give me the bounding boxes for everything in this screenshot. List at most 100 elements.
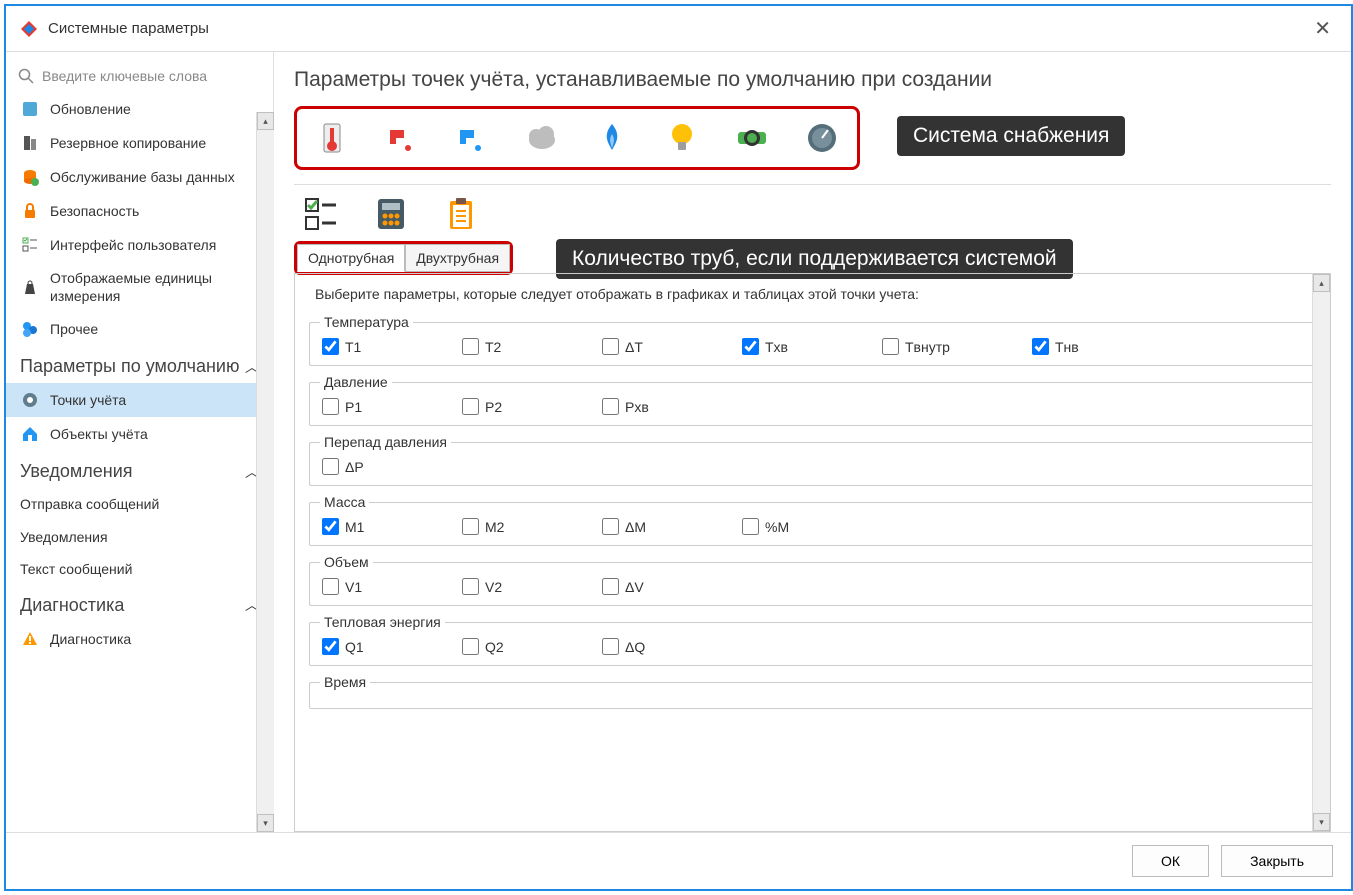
sidebar-item-objects[interactable]: Объекты учёта — [6, 417, 273, 451]
scroll-down-icon[interactable]: ▾ — [1313, 813, 1330, 831]
thermometer-icon[interactable] — [311, 117, 353, 159]
lightbulb-icon[interactable] — [661, 117, 703, 159]
group-title: Диагностика — [20, 595, 124, 616]
backup-icon — [20, 133, 40, 153]
params-instruction: Выберите параметры, которые следует отоб… — [309, 286, 1316, 302]
group-pressure: Давление P1 P2 Pхв — [309, 374, 1316, 426]
dialog-footer: ОК Закрыть — [6, 832, 1351, 889]
group-heat: Тепловая энергия Q1 Q2 ΔQ — [309, 614, 1316, 666]
checkbox-dq[interactable]: ΔQ — [602, 638, 662, 655]
callout-supply: Система снабжения — [897, 116, 1125, 156]
close-icon[interactable]: ✕ — [1308, 16, 1337, 41]
hot-tap-icon[interactable] — [381, 117, 423, 159]
sidebar-item-notifications[interactable]: Уведомления — [6, 521, 273, 553]
ok-button[interactable]: ОК — [1132, 845, 1209, 877]
meter-point-icon — [20, 390, 40, 410]
supply-system-selector — [294, 106, 860, 170]
divider — [294, 184, 1331, 185]
group-legend: Температура — [320, 314, 413, 330]
checkbox-p1[interactable]: P1 — [322, 398, 382, 415]
params-scrollbar[interactable]: ▴ ▾ — [1312, 274, 1330, 831]
checkbox-tnv[interactable]: Tнв — [1032, 338, 1092, 355]
cold-tap-icon[interactable] — [451, 117, 493, 159]
sidebar-item-backup[interactable]: Резервное копирование — [6, 126, 273, 160]
pipe-tabs-row: Однотрубная Двухтрубная Количество труб,… — [294, 241, 1331, 275]
group-legend: Масса — [320, 494, 369, 510]
search-icon — [18, 68, 34, 84]
checkbox-tvnutr[interactable]: Tвнутр — [882, 338, 952, 355]
checkbox-dm[interactable]: ΔM — [602, 518, 662, 535]
app-logo-icon — [20, 20, 38, 38]
gas-flame-icon[interactable] — [591, 117, 633, 159]
dialog-window: Системные параметры ✕ Введите ключевые с… — [4, 4, 1353, 891]
sidebar-item-label: Отображаемые единицы измерения — [50, 269, 259, 305]
group-notifications[interactable]: Уведомления ︿ — [6, 451, 273, 488]
scroll-up-icon[interactable]: ▴ — [257, 112, 274, 130]
sidebar-item-label: Отправка сообщений — [20, 495, 159, 513]
sidebar-item-units[interactable]: Отображаемые единицы измерения — [6, 262, 273, 312]
cloud-icon[interactable] — [521, 117, 563, 159]
sidebar-item-msgtext[interactable]: Текст сообщений — [6, 553, 273, 585]
checkbox-dp[interactable]: ΔP — [322, 458, 382, 475]
sidebar-item-dbmaint[interactable]: Обслуживание базы данных — [6, 160, 273, 194]
tab-single-pipe[interactable]: Однотрубная — [297, 244, 405, 272]
checkbox-pm[interactable]: %M — [742, 518, 802, 535]
mode-row — [294, 193, 1331, 235]
group-mass: Масса M1 M2 ΔM %M — [309, 494, 1316, 546]
sidebar-item-ui[interactable]: Интерфейс пользователя — [6, 228, 273, 262]
checkbox-v1[interactable]: V1 — [322, 578, 382, 595]
clipboard-icon[interactable] — [440, 193, 482, 235]
flowmeter-icon[interactable] — [731, 117, 773, 159]
sidebar-item-label: Прочее — [50, 320, 98, 338]
checklist-mode-icon[interactable] — [300, 193, 342, 235]
checkbox-t2[interactable]: T2 — [462, 338, 522, 355]
checkbox-m1[interactable]: M1 — [322, 518, 382, 535]
house-icon — [20, 424, 40, 444]
group-diagnostics[interactable]: Диагностика ︿ — [6, 585, 273, 622]
modules-icon — [20, 319, 40, 339]
checkbox-p2[interactable]: P2 — [462, 398, 522, 415]
checkbox-q1[interactable]: Q1 — [322, 638, 382, 655]
checkbox-m2[interactable]: M2 — [462, 518, 522, 535]
sidebar-item-label: Резервное копирование — [50, 134, 206, 152]
group-legend: Перепад давления — [320, 434, 451, 450]
checkbox-phv[interactable]: Pхв — [602, 398, 662, 415]
sidebar: Введите ключевые слова Обновление Резерв… — [6, 52, 274, 832]
scroll-down-icon[interactable]: ▾ — [257, 814, 274, 832]
sidebar-scrollbar[interactable]: ▴ ▾ — [256, 112, 274, 832]
sidebar-item-other[interactable]: Прочее — [6, 312, 273, 346]
titlebar: Системные параметры ✕ — [6, 6, 1351, 52]
group-time: Время — [309, 674, 1316, 709]
update-icon — [20, 99, 40, 119]
checkbox-dv[interactable]: ΔV — [602, 578, 662, 595]
checkbox-q2[interactable]: Q2 — [462, 638, 522, 655]
group-legend: Время — [320, 674, 370, 690]
search-input[interactable]: Введите ключевые слова — [6, 60, 273, 92]
sidebar-item-send[interactable]: Отправка сообщений — [6, 488, 273, 520]
sidebar-item-diagnostics[interactable]: Диагностика — [6, 622, 273, 656]
params-panel: Выберите параметры, которые следует отоб… — [294, 273, 1331, 832]
sidebar-item-label: Объекты учёта — [50, 425, 148, 443]
gauge-icon[interactable] — [801, 117, 843, 159]
sidebar-item-label: Обслуживание базы данных — [50, 168, 235, 186]
sidebar-item-security[interactable]: Безопасность — [6, 194, 273, 228]
lock-icon — [20, 201, 40, 221]
sidebar-item-label: Интерфейс пользователя — [50, 236, 216, 254]
database-icon — [20, 167, 40, 187]
checkbox-t1[interactable]: T1 — [322, 338, 382, 355]
checkbox-dt[interactable]: ΔT — [602, 338, 662, 355]
calculator-icon[interactable] — [370, 193, 412, 235]
sidebar-item-update[interactable]: Обновление — [6, 92, 273, 126]
group-defaults[interactable]: Параметры по умолчанию ︿ — [6, 346, 273, 383]
sidebar-item-label: Обновление — [50, 100, 131, 118]
main-panel: Параметры точек учёта, устанавливаемые п… — [274, 52, 1351, 832]
checkbox-v2[interactable]: V2 — [462, 578, 522, 595]
tab-double-pipe[interactable]: Двухтрубная — [405, 244, 510, 272]
checkbox-thv[interactable]: Tхв — [742, 338, 802, 355]
scroll-up-icon[interactable]: ▴ — [1313, 274, 1330, 292]
close-button[interactable]: Закрыть — [1221, 845, 1333, 877]
window-title: Системные параметры — [48, 20, 1308, 37]
sidebar-item-points[interactable]: Точки учёта — [6, 383, 273, 417]
pipe-tabs: Однотрубная Двухтрубная — [294, 241, 513, 275]
group-title: Параметры по умолчанию — [20, 356, 240, 377]
